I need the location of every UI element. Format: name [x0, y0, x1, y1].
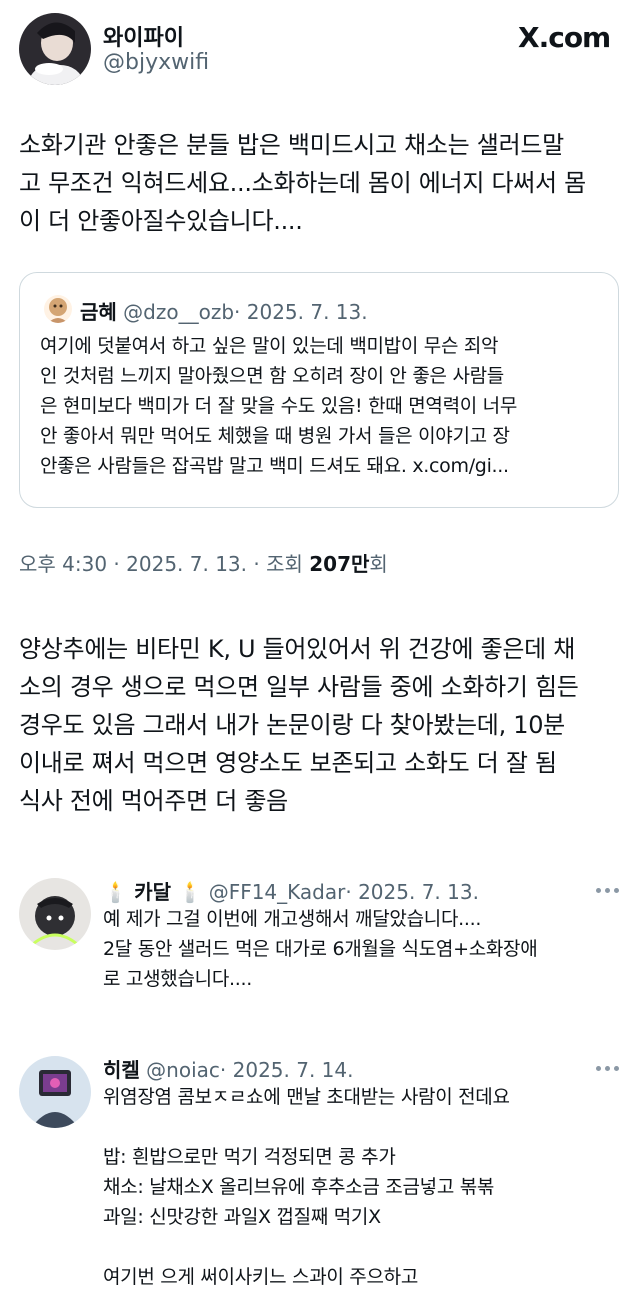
quote-line: 안 좋아서 뭐만 먹어도 체했을 때 병원 가서 들은 이야기고 장 [40, 425, 510, 447]
quote-line: 인 것처럼 느끼지 말아줬으면 함 오히려 장이 안 좋은 사람들 [40, 365, 504, 387]
reply-line: 밥: 흰밥으로만 먹기 걱정되면 콩 추가 [103, 1146, 396, 1168]
reply-date[interactable]: · 2025. 7. 13. [345, 880, 479, 904]
reply-author-handle[interactable]: @noiac [146, 1058, 220, 1082]
followup-text: 양상추에는 비타민 K, U 들어있어서 위 건강에 좋은데 채 소의 경우 생… [19, 630, 629, 820]
post-meta: 오후 4:30 · 2025. 7. 13. · 조회 207만회 [19, 548, 388, 577]
reply-avatar-kadar[interactable] [19, 878, 91, 950]
reply-line: 과일: 신맛강한 과일X 껍질째 먹기X [103, 1206, 381, 1228]
reply-author-name[interactable]: 히켈 [103, 1058, 140, 1082]
reply-line: 예 제가 그걸 이번에 개고생해서 깨달았습니다.... [103, 908, 482, 930]
post-line: 이 더 안좋아질수있습니다.... [19, 207, 303, 235]
post-text: 소화기관 안좋은 분들 밥은 백미드시고 채소는 샐러드말 고 무조건 익혀드세… [19, 126, 629, 240]
reply-text: 예 제가 그걸 이번에 개고생해서 깨달았습니다.... 2달 동안 샐러드 먹… [103, 904, 628, 994]
author-display-name[interactable]: 와이파이 [103, 20, 184, 52]
reply-line: 채소: 날채소X 올리브유에 후추소금 조금넣고 볶볶 [103, 1176, 495, 1198]
followup-line: 소의 경우 생으로 먹으면 일부 사람들 중에 소화하기 힘든 [19, 673, 579, 701]
author-avatar[interactable] [19, 13, 91, 85]
candle-icon: 🕯️ [103, 880, 128, 904]
reply-date[interactable]: · 2025. 7. 14. [220, 1058, 354, 1082]
reply-author-handle[interactable]: @FF14_Kadar [209, 880, 346, 904]
post-line: 고 무조건 익혀드세요...소화하는데 몸이 에너지 다써서 몸 [19, 169, 586, 197]
reply-line [103, 1112, 628, 1142]
reply-line: 여기번 으게 써이사키느 스과이 주으하고 [103, 1266, 419, 1288]
reply-avatar-noiac[interactable] [19, 1056, 91, 1128]
candle-icon: 🕯️ [177, 880, 203, 904]
followup-line: 양상추에는 비타민 K, U 들어있어서 위 건강에 좋은데 채 [19, 635, 576, 663]
more-options-icon[interactable] [596, 1066, 619, 1071]
post-timestamp[interactable]: 오후 4:30 · 2025. 7. 13. · 조회 [19, 552, 309, 576]
reply-line: 로 고생했습니다.... [103, 968, 252, 990]
quoted-author-handle[interactable]: @dzo__ozb [123, 300, 234, 324]
reply-line: 2달 동안 샐러드 먹은 대가로 6개월을 식도염+소화장애 [103, 938, 538, 960]
followup-line: 이내로 쪄서 먹으면 영양소도 보존되고 소화도 더 잘 됨 [19, 749, 557, 777]
view-count: 207만 [309, 552, 370, 576]
reply-line [103, 1232, 628, 1262]
reply-line: 위염장염 콤보ㅈㄹ쇼에 맨날 초대받는 사람이 전데요 [103, 1086, 510, 1108]
followup-line: 경우도 있음 그래서 내가 논문이랑 다 찾아봤는데, 10분 [19, 711, 565, 739]
quote-line: 안좋은 사람들은 잡곡밥 말고 백미 드셔도 돼요. x.com/gi... [40, 455, 509, 477]
quoted-post-text: 여기에 덧붙여서 하고 싶은 말이 있는데 백미밥이 무슨 죄악 인 것처럼 느… [40, 331, 610, 481]
author-handle[interactable]: @bjyxwifi [103, 50, 209, 75]
post-line: 소화기관 안좋은 분들 밥은 백미드시고 채소는 샐러드말 [19, 131, 564, 159]
quoted-author-name[interactable]: 금혜 [80, 300, 117, 324]
followup-line: 식사 전에 먹어주면 더 좋음 [19, 787, 288, 815]
quote-line: 은 현미보다 백미가 더 잘 맞을 수도 있음! 한때 면역력이 너무 [40, 395, 518, 417]
quoted-author-avatar [44, 295, 72, 323]
x-logo: X.com [518, 21, 611, 54]
quoted-post-date[interactable]: · 2025. 7. 13. [234, 300, 368, 324]
quoted-post-card[interactable]: 금혜 @dzo__ozb· 2025. 7. 13. 여기에 덧붙여서 하고 싶… [19, 272, 619, 508]
reply-text: 위염장염 콤보ㅈㄹ쇼에 맨날 초대받는 사람이 전데요 밥: 흰밥으로만 먹기 … [103, 1082, 628, 1292]
view-unit: 회 [369, 552, 388, 576]
reply-author-name[interactable]: 카달 [134, 880, 171, 904]
quote-line: 여기에 덧붙여서 하고 싶은 말이 있는데 백미밥이 무슨 죄악 [40, 335, 499, 357]
more-options-icon[interactable] [596, 888, 619, 893]
